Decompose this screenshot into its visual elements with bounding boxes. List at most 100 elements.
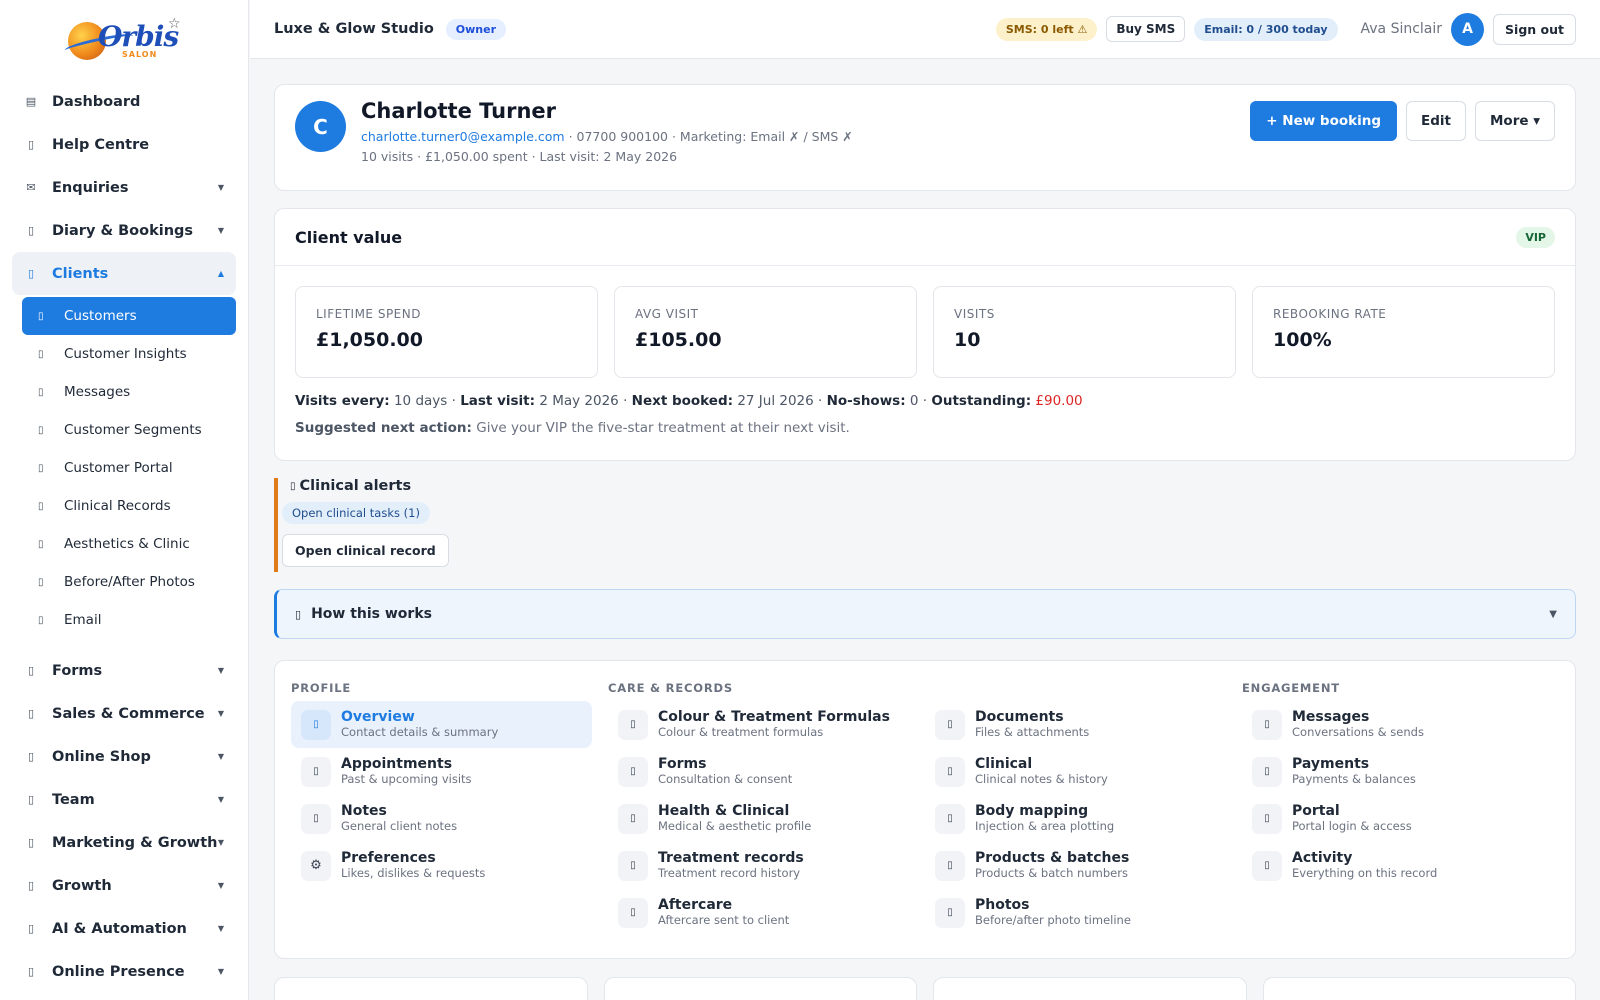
logo-subtext: SALON (122, 50, 158, 59)
treatment-icon: ▯ (618, 850, 648, 881)
tab-name: Body mapping (975, 803, 1089, 819)
customers-icon: ▯ (38, 310, 44, 322)
user-name: Ava Sinclair (1360, 21, 1443, 37)
sidebar-item-online-shop[interactable]: ▯ Online Shop ▼ (12, 735, 236, 778)
tab-health-clinical[interactable]: ▯ Health & Clinical Medical & aesthetic p… (608, 795, 909, 842)
tab-desc: Conversations & sends (1292, 725, 1424, 739)
tab-activity[interactable]: ▯ Activity Everything on this record (1242, 842, 1543, 889)
tab-payments[interactable]: ▯ Payments Payments & balances (1242, 748, 1543, 795)
subnav-item-customer-portal[interactable]: ▯ Customer Portal (22, 449, 236, 487)
chevron-down-icon: ▼ (217, 709, 224, 718)
marketing-icon: ▯ (27, 836, 35, 849)
sidebar-item-enquiries[interactable]: ✉ Enquiries ▼ (12, 166, 236, 209)
tab-colour-formulas[interactable]: ▯ Colour & Treatment Formulas Colour & tr… (608, 701, 909, 748)
how-this-works-panel[interactable]: ▯ How this works ▼ (274, 589, 1576, 639)
chevron-down-icon: ▼ (217, 752, 224, 761)
tab-aftercare[interactable]: ▯ Aftercare Aftercare sent to client (608, 889, 909, 936)
portal-icon: ▯ (38, 462, 44, 474)
sidebar-item-clients[interactable]: ▯ Clients ▲ (12, 252, 236, 295)
aftercare-icon: ▯ (618, 897, 648, 928)
tab-name: Health & Clinical (658, 803, 790, 819)
tab-notes[interactable]: ▯ Notes General client notes (291, 795, 592, 842)
last-visit-value: 2 May 2026 (539, 393, 619, 409)
sidebar-item-ai-automation[interactable]: ▯ AI & Automation ▼ (12, 907, 236, 950)
sidebar-item-dashboard[interactable]: ▤ Dashboard (12, 80, 236, 123)
client-value-card: Client value VIP LIFETIME SPEND £1,050.0… (274, 208, 1576, 461)
new-booking-button[interactable]: + New booking (1250, 101, 1398, 141)
tab-body-mapping[interactable]: ▯ Body mapping Injection & area plotting (925, 795, 1226, 842)
tab-overview[interactable]: ▯ Overview Contact details & summary (291, 701, 592, 748)
clinical-alerts: ▯ Clinical alerts Open clinical tasks (1… (274, 478, 1576, 572)
sidebar-item-help-centre[interactable]: ▯ Help Centre (12, 123, 236, 166)
top-bar: Luxe & Glow Studio Owner SMS: 0 left ⚠ B… (250, 0, 1600, 59)
tab-appointments[interactable]: ▯ Appointments Past & upcoming visits (291, 748, 592, 795)
sidebar-item-label: Growth (52, 877, 112, 894)
tab-preferences[interactable]: ⚙ Preferences Likes, dislikes & requests (291, 842, 592, 889)
tab-name: Notes (341, 803, 387, 819)
subnav-item-customers[interactable]: ▯ Customers (22, 297, 236, 335)
tab-desc: Colour & treatment formulas (658, 725, 824, 739)
globe-icon: ▯ (27, 965, 35, 978)
sidebar-item-team[interactable]: ▯ Team ▼ (12, 778, 236, 821)
tab-treatment-records[interactable]: ▯ Treatment records Treatment record hist… (608, 842, 909, 889)
growth-icon: ▯ (27, 879, 35, 892)
subnav-item-before-after-photos[interactable]: ▯ Before/After Photos (22, 563, 236, 601)
brand-logo[interactable]: Orbis SALON ☆ (0, 0, 248, 80)
forms-icon: ▯ (27, 664, 35, 677)
client-value-title: Client value (295, 227, 403, 247)
subnav-item-customer-segments[interactable]: ▯ Customer Segments (22, 411, 236, 449)
client-email-link[interactable]: charlotte.turner0@example.com (361, 129, 565, 144)
stat-visits: VISITS 10 (933, 286, 1236, 378)
stat-value: 10 (954, 329, 981, 351)
sidebar-item-diary-bookings[interactable]: ▯ Diary & Bookings ▼ (12, 209, 236, 252)
tab-documents[interactable]: ▯ Documents Files & attachments (925, 701, 1226, 748)
sidebar-item-label: Team (52, 791, 95, 808)
segments-icon: ▯ (38, 424, 44, 436)
message-icon: ▯ (1252, 709, 1282, 740)
subnav-item-clinical-records[interactable]: ▯ Clinical Records (22, 487, 236, 525)
more-menu-button[interactable]: More ▾ (1475, 101, 1555, 141)
sidebar-item-online-presence[interactable]: ▯ Online Presence ▼ (12, 950, 236, 993)
tab-photos[interactable]: ▯ Photos Before/after photo timeline (925, 889, 1226, 936)
subnav-item-aesthetics-clinic[interactable]: ▯ Aesthetics & Clinic (22, 525, 236, 563)
subnav-item-label: Email (64, 612, 102, 628)
sidebar-item-label: Help Centre (52, 136, 150, 153)
stat-lifetime-spend: LIFETIME SPEND £1,050.00 (295, 286, 598, 378)
sidebar-item-label: Dashboard (52, 93, 141, 110)
section-engagement: ENGAGEMENT ▯ Messages Conversations & sen… (1242, 681, 1559, 938)
tab-forms[interactable]: ▯ Forms Consultation & consent (608, 748, 909, 795)
sms-credit-badge[interactable]: SMS: 0 left ⚠ (995, 17, 1098, 41)
role-badge: Owner (445, 18, 507, 40)
chevron-down-icon: ▼ (217, 666, 224, 675)
tab-name: Payments (1292, 756, 1370, 772)
sidebar-item-label: AI & Automation (52, 920, 187, 937)
sign-out-button[interactable]: Sign out (1493, 13, 1576, 45)
subnav-item-label: Aesthetics & Clinic (64, 536, 190, 552)
envelope-icon: ✉ (26, 181, 36, 194)
tab-products-batches[interactable]: ▯ Products & batches Products & batch num… (925, 842, 1226, 889)
subnav-item-messages[interactable]: ▯ Messages (22, 373, 236, 411)
open-clinical-tasks-chip[interactable]: Open clinical tasks (1) (282, 502, 430, 524)
tab-clinical[interactable]: ▯ Clinical Clinical notes & history (925, 748, 1226, 795)
visits-every-value: 10 days (393, 393, 448, 409)
shop-icon: ▯ (27, 750, 35, 763)
user-avatar[interactable]: A (1451, 12, 1485, 46)
clinical-alerts-title: Clinical alerts (299, 478, 412, 494)
subnav-item-customer-insights[interactable]: ▯ Customer Insights (22, 335, 236, 373)
edit-client-button[interactable]: Edit (1406, 101, 1466, 141)
ai-icon: ▯ (27, 922, 35, 935)
tab-portal[interactable]: ▯ Portal Portal login & access (1242, 795, 1543, 842)
sidebar-item-label: Diary & Bookings (52, 222, 194, 239)
buy-sms-button[interactable]: Buy SMS (1106, 16, 1186, 42)
chevron-up-icon: ▲ (217, 269, 224, 278)
stat-label: LIFETIME SPEND (316, 307, 421, 321)
chevron-down-icon: ▼ (217, 838, 224, 847)
sidebar-item-growth[interactable]: ▯ Growth ▼ (12, 864, 236, 907)
client-avatar: C (295, 101, 346, 152)
tab-messages[interactable]: ▯ Messages Conversations & sends (1242, 701, 1543, 748)
subnav-item-email[interactable]: ▯ Email (22, 601, 236, 639)
sidebar-item-marketing-growth[interactable]: ▯ Marketing & Growth ▼ (12, 821, 236, 864)
open-clinical-record-button[interactable]: Open clinical record (282, 534, 449, 567)
sidebar-item-forms[interactable]: ▯ Forms ▼ (12, 649, 236, 692)
sidebar-item-sales-commerce[interactable]: ▯ Sales & Commerce ▼ (12, 692, 236, 735)
